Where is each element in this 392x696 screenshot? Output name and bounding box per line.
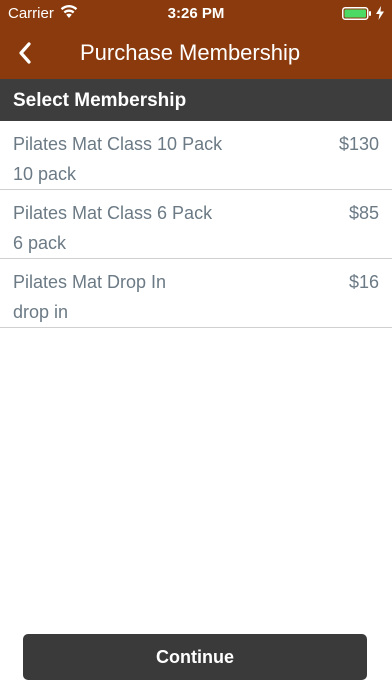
membership-price: $85: [348, 203, 379, 223]
membership-name: Pilates Mat Drop In: [13, 272, 167, 292]
membership-name: Pilates Mat Class 6 Pack: [13, 203, 213, 223]
status-bar: Carrier 3:26 PM: [0, 0, 392, 28]
membership-price: $130: [338, 134, 379, 154]
continue-button[interactable]: Continue: [23, 634, 367, 680]
navigation-bar: Purchase Membership: [0, 28, 392, 79]
membership-item-6-pack[interactable]: Pilates Mat Class 6 Pack 6 pack $85: [0, 190, 392, 259]
membership-item-drop-in[interactable]: Pilates Mat Drop In drop in $16: [0, 259, 392, 328]
app-header: Carrier 3:26 PM Purchase Membership: [0, 0, 392, 79]
purchase-membership-screen: Carrier 3:26 PM Purchase Membership Sele…: [0, 0, 392, 696]
back-button[interactable]: [10, 38, 40, 68]
membership-subtitle: drop in: [13, 302, 69, 322]
status-time: 3:26 PM: [167, 5, 225, 22]
page-title: Purchase Membership: [80, 40, 301, 65]
chevron-left-icon: [19, 42, 31, 64]
section-header: Select Membership: [0, 79, 392, 121]
membership-price: $16: [348, 272, 379, 292]
charging-bolt-icon: [376, 6, 384, 20]
membership-subtitle: 10 pack: [13, 164, 77, 184]
membership-name: Pilates Mat Class 10 Pack: [13, 134, 223, 154]
membership-item-10-pack[interactable]: Pilates Mat Class 10 Pack 10 pack $130: [0, 121, 392, 190]
membership-subtitle: 6 pack: [13, 233, 67, 253]
battery-icon: [342, 7, 372, 20]
membership-list: Pilates Mat Class 10 Pack 10 pack $130 P…: [0, 121, 392, 328]
section-title: Select Membership: [13, 90, 187, 111]
